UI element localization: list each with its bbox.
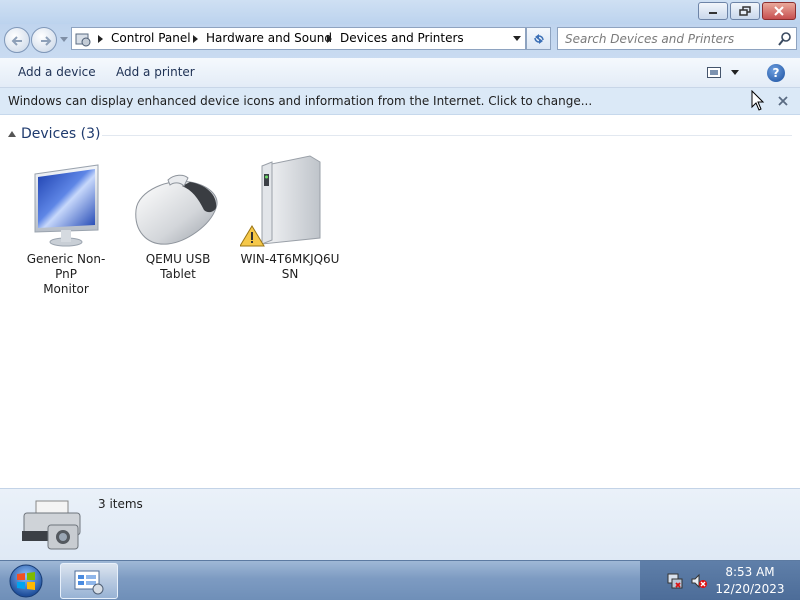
computer-tower-icon bbox=[239, 152, 340, 248]
refresh-icon bbox=[533, 33, 544, 44]
close-icon bbox=[774, 6, 784, 16]
close-icon[interactable] bbox=[777, 95, 789, 107]
device-name-line: Monitor bbox=[43, 282, 89, 296]
device-name-line: Generic Non-PnP bbox=[26, 252, 106, 281]
device-item[interactable]: QEMU USB Tablet bbox=[128, 152, 228, 282]
minimize-button[interactable] bbox=[698, 2, 728, 20]
breadcrumb-devices-and-printers[interactable]: Devices and Printers bbox=[340, 31, 464, 45]
command-bar: Add a device Add a printer ? bbox=[0, 58, 800, 88]
collapse-group-icon[interactable] bbox=[8, 131, 16, 137]
restore-icon bbox=[739, 6, 751, 16]
breadcrumb-separator-icon[interactable] bbox=[327, 35, 332, 43]
devices-view: Devices (3) Generic Non-PnP Monitor QEMU… bbox=[0, 116, 800, 488]
warning-icon bbox=[239, 225, 265, 247]
devices-and-printers-icon bbox=[22, 500, 81, 550]
search-icon[interactable] bbox=[778, 32, 792, 46]
taskbar: 8:53 AM 12/20/2023 bbox=[0, 560, 800, 600]
breadcrumb-control-panel[interactable]: Control Panel bbox=[111, 31, 191, 45]
monitor-icon bbox=[16, 152, 116, 248]
taskbar-item-control-panel[interactable] bbox=[60, 563, 118, 599]
search-box[interactable] bbox=[557, 27, 797, 50]
change-view-icon[interactable] bbox=[707, 67, 721, 78]
clock-time[interactable]: 8:53 AM bbox=[708, 565, 792, 579]
start-button[interactable] bbox=[6, 563, 46, 599]
group-header-devices[interactable]: Devices (3) bbox=[21, 126, 100, 142]
add-device-button[interactable]: Add a device bbox=[18, 65, 96, 79]
mouse-icon bbox=[128, 152, 228, 248]
recent-pages-dropdown[interactable] bbox=[60, 37, 68, 43]
device-name-line: Tablet bbox=[160, 267, 196, 281]
window-controls bbox=[698, 2, 796, 20]
back-arrow-icon bbox=[11, 36, 22, 46]
info-bar[interactable]: Windows can display enhanced device icon… bbox=[0, 88, 800, 115]
volume-muted-icon[interactable] bbox=[691, 573, 707, 589]
device-item[interactable]: Generic Non-PnP Monitor bbox=[16, 152, 116, 297]
control-panel-icon bbox=[74, 570, 104, 595]
breadcrumb-separator-icon[interactable] bbox=[193, 35, 198, 43]
device-name-line: QEMU USB bbox=[145, 252, 211, 266]
breadcrumb-separator-icon[interactable] bbox=[98, 35, 103, 43]
address-history-dropdown-icon[interactable] bbox=[513, 36, 521, 41]
more-options-dropdown-icon[interactable] bbox=[731, 70, 739, 75]
device-item[interactable]: WIN-4T6MKJQ6U SN bbox=[239, 152, 340, 282]
control-panel-icon bbox=[75, 33, 91, 47]
device-name-line: SN bbox=[281, 267, 299, 281]
device-name-line: WIN-4T6MKJQ6U bbox=[240, 252, 340, 266]
network-icon[interactable] bbox=[667, 573, 683, 589]
close-button[interactable] bbox=[762, 2, 796, 20]
address-bar[interactable]: Control Panel Hardware and Sound Devices… bbox=[71, 27, 526, 50]
search-input[interactable] bbox=[565, 29, 775, 49]
forward-arrow-icon bbox=[41, 36, 52, 46]
back-button[interactable] bbox=[4, 27, 30, 53]
help-icon[interactable]: ? bbox=[767, 64, 785, 82]
clock-date[interactable]: 12/20/2023 bbox=[708, 582, 792, 596]
breadcrumb-hardware-and-sound[interactable]: Hardware and Sound bbox=[206, 31, 332, 45]
refresh-button[interactable] bbox=[526, 27, 551, 50]
restore-button[interactable] bbox=[730, 2, 760, 20]
mouse-cursor-icon bbox=[751, 90, 765, 111]
info-bar-message[interactable]: Windows can display enhanced device icon… bbox=[8, 94, 592, 108]
forward-button[interactable] bbox=[31, 27, 57, 53]
details-pane: 3 items bbox=[0, 488, 800, 560]
title-bar bbox=[0, 0, 800, 24]
navigation-bar: Control Panel Hardware and Sound Devices… bbox=[0, 24, 800, 58]
add-printer-button[interactable]: Add a printer bbox=[116, 65, 195, 79]
minimize-icon bbox=[709, 12, 717, 14]
group-divider bbox=[102, 135, 792, 136]
item-count: 3 items bbox=[98, 497, 143, 511]
